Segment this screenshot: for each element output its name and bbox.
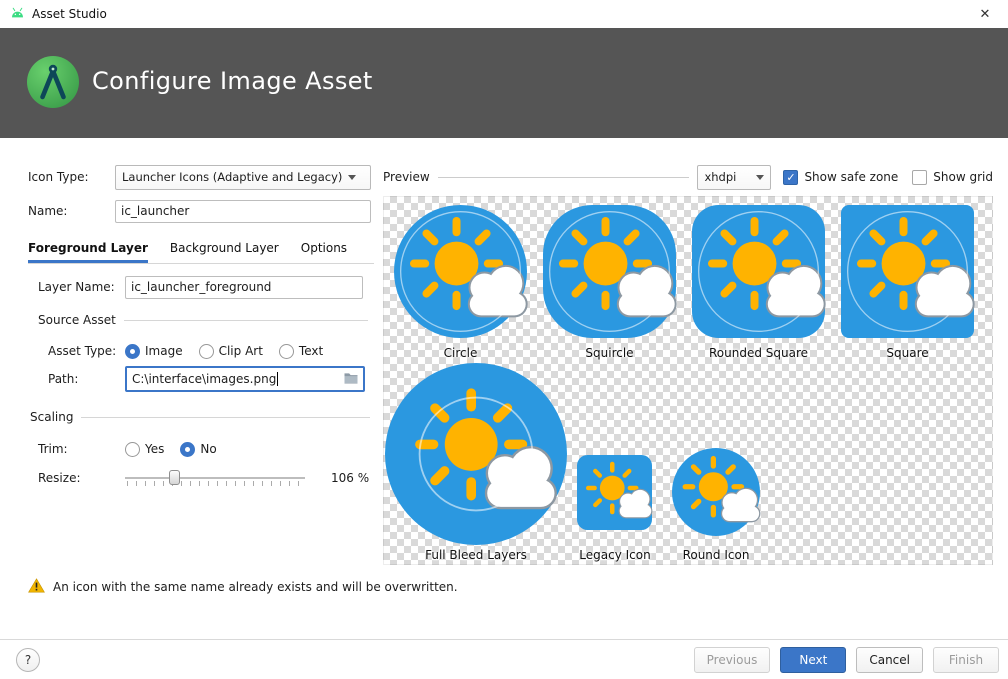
resize-value: 106 % <box>331 471 369 485</box>
radio-icon <box>125 344 140 359</box>
layer-name-input[interactable] <box>125 276 363 299</box>
path-row: Path: C:\interface\images.png <box>48 365 365 393</box>
preview-icon-square <box>841 205 974 338</box>
preview-caption: Squircle <box>543 346 676 360</box>
asset-type-label: Asset Type: <box>48 344 125 358</box>
preview-caption: Rounded Square <box>692 346 825 360</box>
density-select[interactable]: xhdpi <box>697 165 771 190</box>
icon-type-label: Icon Type: <box>28 170 115 184</box>
source-asset-section: Source Asset <box>38 311 368 329</box>
section-divider <box>81 417 370 418</box>
slider-track <box>125 477 305 479</box>
preview-icon-round <box>672 448 760 536</box>
name-label: Name: <box>28 204 115 218</box>
warning-message: An icon with the same name already exist… <box>28 578 458 596</box>
icon-type-row: Icon Type: Launcher Icons (Adaptive and … <box>28 164 371 190</box>
asset-type-text-label: Text <box>299 344 323 358</box>
warning-icon <box>28 578 45 596</box>
warning-text: An icon with the same name already exist… <box>53 580 458 594</box>
chevron-down-icon <box>756 175 764 180</box>
checkbox-icon <box>912 170 927 185</box>
trim-label: Trim: <box>38 442 125 456</box>
asset-type-image-radio[interactable]: Image <box>125 344 183 359</box>
path-input[interactable]: C:\interface\images.png <box>125 366 365 392</box>
page-title: Configure Image Asset <box>92 67 373 95</box>
android-studio-logo <box>27 56 79 111</box>
checkbox-checked-icon <box>783 170 798 185</box>
icon-type-value: Launcher Icons (Adaptive and Legacy) <box>122 170 342 184</box>
preview-icon-full-bleed <box>385 363 567 545</box>
slider-ticks <box>127 481 303 486</box>
asset-type-image-label: Image <box>145 344 183 358</box>
section-divider <box>124 320 368 321</box>
asset-type-clipart-radio[interactable]: Clip Art <box>199 344 263 359</box>
next-button[interactable]: Next <box>780 647 846 673</box>
show-grid-checkbox[interactable]: Show grid <box>912 170 993 185</box>
preview-caption: Square <box>841 346 974 360</box>
titlebar: Asset Studio ✕ <box>0 0 1008 28</box>
radio-icon <box>279 344 294 359</box>
trim-no-radio[interactable]: No <box>180 442 216 457</box>
preview-header: Preview xhdpi Show safe zone Show grid <box>383 164 993 190</box>
scaling-heading: Scaling <box>30 410 73 424</box>
preview-divider <box>438 177 690 178</box>
show-safe-zone-checkbox[interactable]: Show safe zone <box>783 170 898 185</box>
cancel-button[interactable]: Cancel <box>856 647 923 673</box>
finish-button: Finish <box>933 647 999 673</box>
browse-folder-icon[interactable] <box>343 371 359 387</box>
layer-tabs: Foreground Layer Background Layer Option… <box>28 236 374 264</box>
trim-no-label: No <box>200 442 216 456</box>
name-input[interactable] <box>115 200 371 223</box>
dialog-buttons: Previous Next Cancel Finish <box>694 647 999 673</box>
resize-row: Resize: 106 % <box>38 464 369 492</box>
android-icon <box>10 7 25 21</box>
resize-label: Resize: <box>38 471 125 485</box>
asset-type-text-radio[interactable]: Text <box>279 344 323 359</box>
trim-row: Trim: Yes No <box>38 436 233 462</box>
preview-area: Circle Squircle Rounded Square Square <box>383 196 993 565</box>
slider-thumb[interactable] <box>169 470 180 485</box>
footer-bar: ? Previous Next Cancel Finish <box>0 639 1008 679</box>
trim-yes-radio[interactable]: Yes <box>125 442 164 457</box>
path-label: Path: <box>48 372 125 386</box>
radio-icon <box>199 344 214 359</box>
asset-studio-dialog: Asset Studio ✕ Configure Image Asset <box>0 0 1008 679</box>
text-caret <box>277 372 278 386</box>
tab-options[interactable]: Options <box>301 236 347 263</box>
layer-name-label: Layer Name: <box>38 280 125 294</box>
radio-icon <box>180 442 195 457</box>
preview-icon-squircle <box>543 205 676 338</box>
tab-foreground-layer[interactable]: Foreground Layer <box>28 236 148 263</box>
name-row: Name: <box>28 198 371 224</box>
show-grid-label: Show grid <box>933 170 993 184</box>
radio-icon <box>125 442 140 457</box>
show-safe-zone-label: Show safe zone <box>804 170 898 184</box>
trim-yes-label: Yes <box>145 442 164 456</box>
preview-label: Preview <box>383 170 430 184</box>
path-value: C:\interface\images.png <box>132 372 276 386</box>
layer-name-row: Layer Name: <box>38 274 363 300</box>
source-asset-heading: Source Asset <box>38 313 116 327</box>
resize-slider[interactable] <box>125 467 305 489</box>
header-banner: Configure Image Asset <box>0 28 1008 138</box>
previous-button: Previous <box>694 647 771 673</box>
asset-type-row: Asset Type: Image Clip Art Text <box>48 338 339 364</box>
preview-caption: Full Bleed Layers <box>385 548 567 562</box>
density-value: xhdpi <box>704 170 750 184</box>
chevron-down-icon <box>348 175 356 180</box>
preview-icon-circle <box>394 205 527 338</box>
close-icon[interactable]: ✕ <box>962 0 1008 28</box>
asset-type-clipart-label: Clip Art <box>219 344 263 358</box>
preview-icon-legacy <box>577 455 652 530</box>
icon-type-select[interactable]: Launcher Icons (Adaptive and Legacy) <box>115 165 371 190</box>
tab-background-layer[interactable]: Background Layer <box>170 236 279 263</box>
scaling-section: Scaling <box>30 408 370 426</box>
preview-icon-rounded-square <box>692 205 825 338</box>
window-title: Asset Studio <box>32 7 107 21</box>
help-icon[interactable]: ? <box>16 648 40 672</box>
preview-caption: Circle <box>394 346 527 360</box>
preview-caption: Round Icon <box>656 548 776 562</box>
